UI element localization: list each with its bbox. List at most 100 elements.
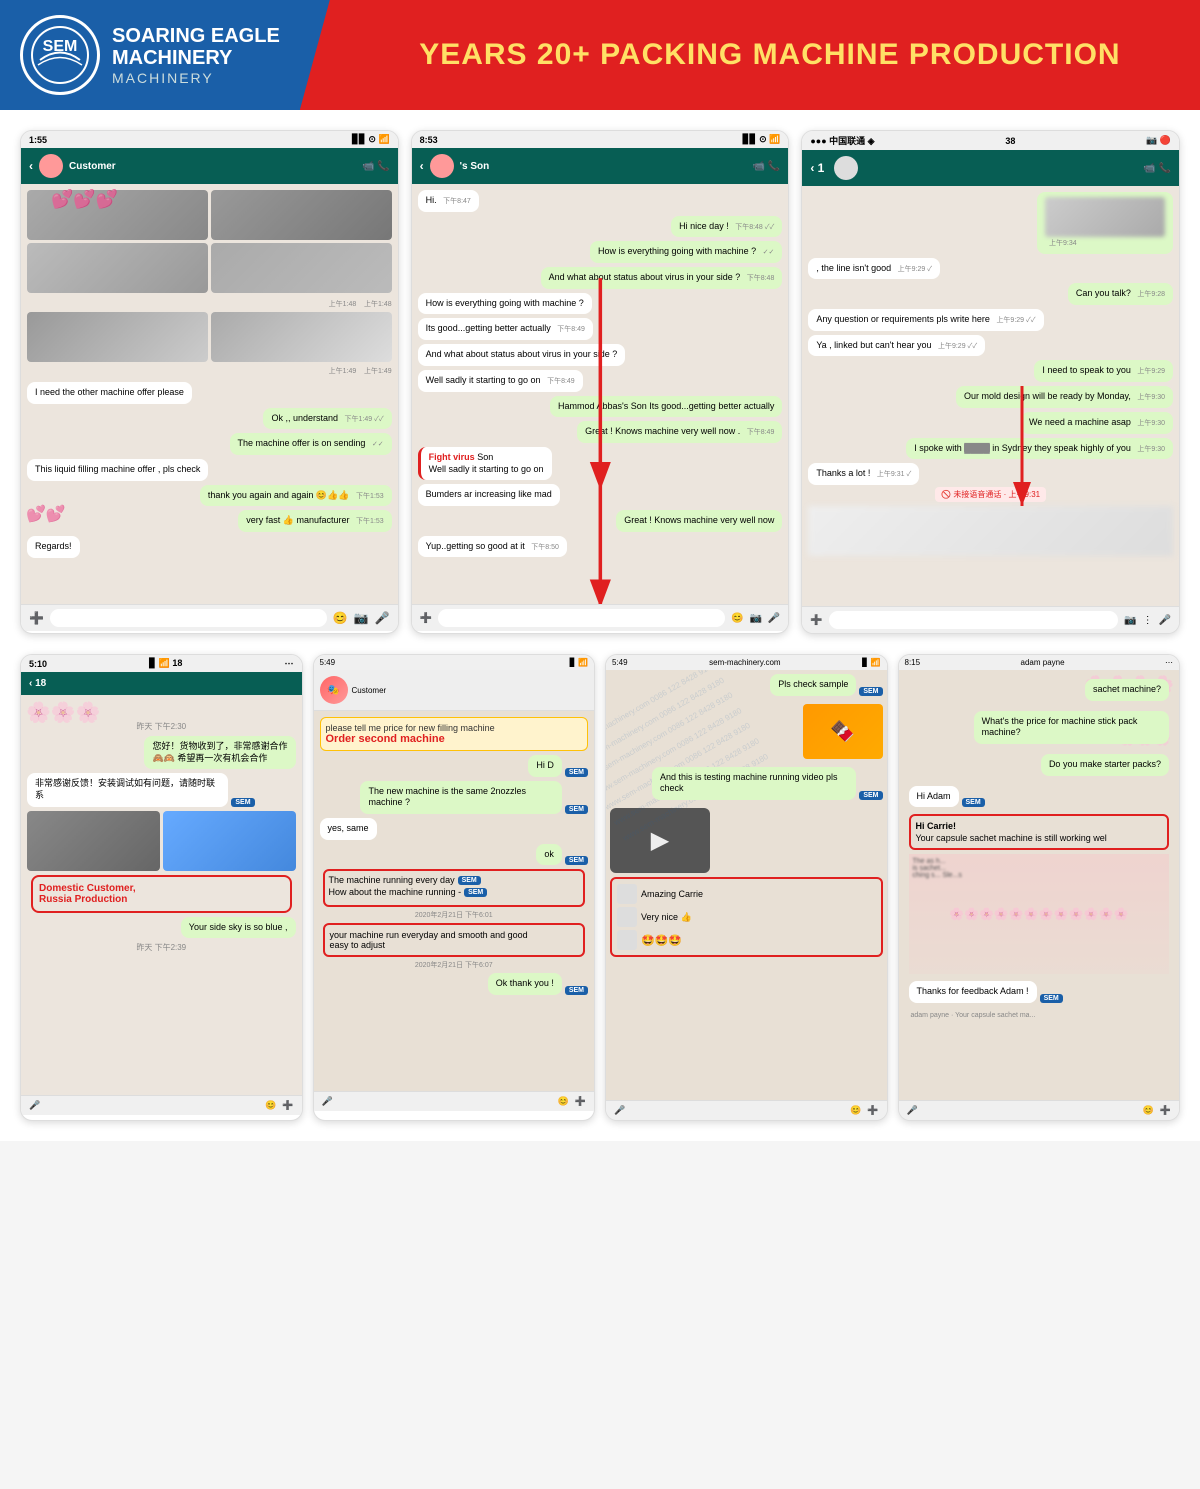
sem-badge-5c: SEM — [565, 856, 588, 865]
chat-area-7: 🌸🌸🌸🌸 🌸🌸🌸 sachet machine? What's the pric… — [899, 670, 1180, 1100]
chat-header-1: ‹ Customer 📹 📞 — [21, 148, 398, 184]
msg-row-4: This liquid filling machine offer , pls … — [27, 459, 392, 481]
input-bar-1[interactable]: ➕ 😊 📷 🎤 — [21, 604, 398, 631]
plus-icon-3[interactable]: ➕ — [810, 615, 822, 626]
b2-6: Its good...getting better actually 下午8:4… — [418, 318, 593, 340]
how-about-machine-text: How about the machine running - — [329, 887, 462, 897]
b3-0: 上午9:34 — [1037, 192, 1173, 254]
brand-name-line1: SOARING EAGLE — [112, 25, 280, 47]
msg4-3: Your side sky is so blue , — [27, 917, 296, 939]
plus-icon-6[interactable]: ➕ — [867, 1105, 878, 1116]
back-icon-3[interactable]: ‹ 1 — [810, 161, 824, 175]
msg7-3: Do you make starter packs? — [905, 751, 1174, 779]
mic-icon[interactable]: 🎤 — [375, 611, 390, 625]
sem-badge-7b: SEM — [1040, 994, 1063, 1003]
image-grid-2 — [27, 312, 392, 362]
input-bar-3[interactable]: ➕ 📷 ⋮ 🎤 — [802, 606, 1179, 633]
date-4b: 昨天 下午2:39 — [27, 942, 296, 953]
msg4-1: 您好！货物收到了，非常感谢合作🙈🙉 希望再一次有机会合作 — [27, 736, 296, 769]
more-icon-3[interactable]: ⋮ — [1143, 615, 1153, 626]
emoji-icon-2[interactable]: 😊 — [731, 613, 743, 624]
plus-icon-7[interactable]: ➕ — [1160, 1105, 1171, 1116]
plus-icon-5[interactable]: ➕ — [575, 1096, 586, 1107]
msg5-3: yes, same — [320, 818, 589, 840]
time-5: 5:49 — [320, 658, 336, 667]
emoji-icon[interactable]: 😊 — [333, 611, 348, 625]
b2-1: Hi. 下午8:47 — [418, 190, 479, 212]
chat-img-6 — [211, 312, 392, 362]
blurred-img-3 — [1045, 197, 1165, 237]
emoji-icon-5[interactable]: 😊 — [558, 1096, 569, 1107]
play-icon-6[interactable]: ▶ — [651, 826, 669, 855]
input-bar-7[interactable]: 🎤 😊 ➕ — [899, 1100, 1180, 1120]
main-content: 1:55 ▊▊ ⊙ 📶 ‹ Customer 📹 📞 💕💕💕 — [0, 110, 1200, 1141]
hearts-2: 💕💕 — [26, 504, 66, 524]
sem-badge-5f: SEM — [565, 986, 588, 995]
order-box-5: please tell me price for new filling mac… — [320, 717, 589, 751]
call-icons-1[interactable]: 📹 📞 — [362, 161, 390, 172]
b5-1: Hi D — [528, 755, 562, 777]
mic-icon-4[interactable]: 🎤 — [29, 1100, 40, 1111]
person-7: adam payne — [1021, 658, 1065, 667]
emoji-icon-6[interactable]: 😊 — [850, 1105, 861, 1116]
input-field-2[interactable] — [438, 609, 725, 627]
b3-6: Our mold design will be ready by Monday,… — [956, 386, 1173, 408]
lower-section-7: 🌸🌸🌸🌸🌸🌸🌸🌸🌸🌸🌸🌸 The as h...is sachet...chin… — [909, 854, 1170, 974]
mic-icon-2[interactable]: 🎤 — [768, 613, 780, 624]
b6-2: And this is testing machine running vide… — [652, 767, 856, 800]
mic-icon-3[interactable]: 🎤 — [1159, 615, 1171, 626]
input-bar-5[interactable]: 🎤 😊 ➕ — [314, 1091, 595, 1111]
sem-badge-5e: SEM — [464, 888, 487, 897]
b3-3: Any question or requirements pls write h… — [808, 309, 1043, 331]
sem-badge-4a: SEM — [231, 798, 254, 807]
chat-area-1: 💕💕💕 上午1:48 上午1:48 上午1:49 上午1:49 I need t… — [21, 184, 398, 604]
domestic-customer-box: Domestic Customer,Russia Production — [31, 875, 292, 913]
date-5b: 2020年2月21日 下午6:07 — [320, 960, 589, 970]
network-6: sem-machinery.com — [709, 658, 780, 667]
mic-icon-6[interactable]: 🎤 — [614, 1105, 625, 1116]
input-field-3[interactable] — [829, 611, 1118, 629]
b3-8: I spoke with ████ in Sydney they speak h… — [906, 438, 1173, 460]
msg2-5: How is everything going with machine ? — [418, 293, 783, 315]
time-7: 8:15 — [905, 658, 921, 667]
bubble-3: The machine offer is on sending ✓✓ — [230, 433, 392, 455]
mic-icon-5[interactable]: 🎤 — [322, 1096, 333, 1107]
camera-icon-3[interactable]: 📷 — [1124, 615, 1136, 626]
b4-3: Your side sky is so blue , — [181, 917, 296, 939]
icons-1: ▊▊ ⊙ 📶 — [352, 134, 390, 145]
back-icon-2[interactable]: ‹ — [420, 159, 424, 173]
msg3-2: Can you talk? 上午9:28 — [808, 283, 1173, 305]
call-icons-2[interactable]: 📹 📞 — [753, 161, 781, 172]
b2-3: How is everything going with machine ? ✓… — [590, 241, 782, 263]
machine-running-text: The machine running every day — [329, 875, 455, 885]
back-icon-4[interactable]: ‹ 18 — [29, 678, 46, 689]
chat-img-3 — [27, 243, 208, 293]
msg3-0: 上午9:34 — [808, 192, 1173, 254]
phone-1: 1:55 ▊▊ ⊙ 📶 ‹ Customer 📹 📞 💕💕💕 — [20, 130, 399, 634]
input-bar-6[interactable]: 🎤 😊 ➕ — [606, 1100, 887, 1120]
emoji-icon-7[interactable]: 😊 — [1143, 1105, 1154, 1116]
plus-icon-2[interactable]: ➕ — [420, 613, 432, 624]
icons-6: ▊ 📶 — [862, 658, 880, 667]
header-tagline-section: YEARS 20+ PACKING MACHINE PRODUCTION — [300, 0, 1200, 110]
chat-area-5: please tell me price for new filling mac… — [314, 711, 595, 1091]
time-3: 38 — [1005, 136, 1015, 146]
timestamp-1b: 上午1:49 上午1:49 — [27, 366, 392, 376]
camera-icon-2[interactable]: 📷 — [749, 613, 761, 624]
plus-icon-4[interactable]: ➕ — [282, 1100, 293, 1111]
input-bar-4[interactable]: 🎤 😊 ➕ — [21, 1095, 302, 1115]
back-icon-1[interactable]: ‹ — [29, 159, 33, 173]
more-4[interactable]: ⋯ — [285, 658, 294, 669]
msg5-4: ok SEM — [320, 844, 589, 866]
mic-icon-7[interactable]: 🎤 — [907, 1105, 918, 1116]
phone-4: 5:10 ▊ 📶 18 ⋯ ‹ 18 🌸🌸🌸 昨天 下午2:30 您好！货物收到… — [20, 654, 303, 1121]
b2-5: How is everything going with machine ? — [418, 293, 592, 315]
plus-icon[interactable]: ➕ — [29, 611, 44, 625]
chat-img-5 — [27, 312, 208, 362]
emoji-icon-4[interactable]: 😊 — [265, 1100, 276, 1111]
input-bar-2[interactable]: ➕ 😊 📷 🎤 — [412, 604, 789, 631]
camera-icon[interactable]: 📷 — [354, 611, 369, 625]
input-field-1[interactable] — [50, 609, 327, 627]
call-icons-3[interactable]: 📹 📞 — [1143, 163, 1171, 174]
brand-name-line3: MACHINERY — [112, 70, 280, 86]
